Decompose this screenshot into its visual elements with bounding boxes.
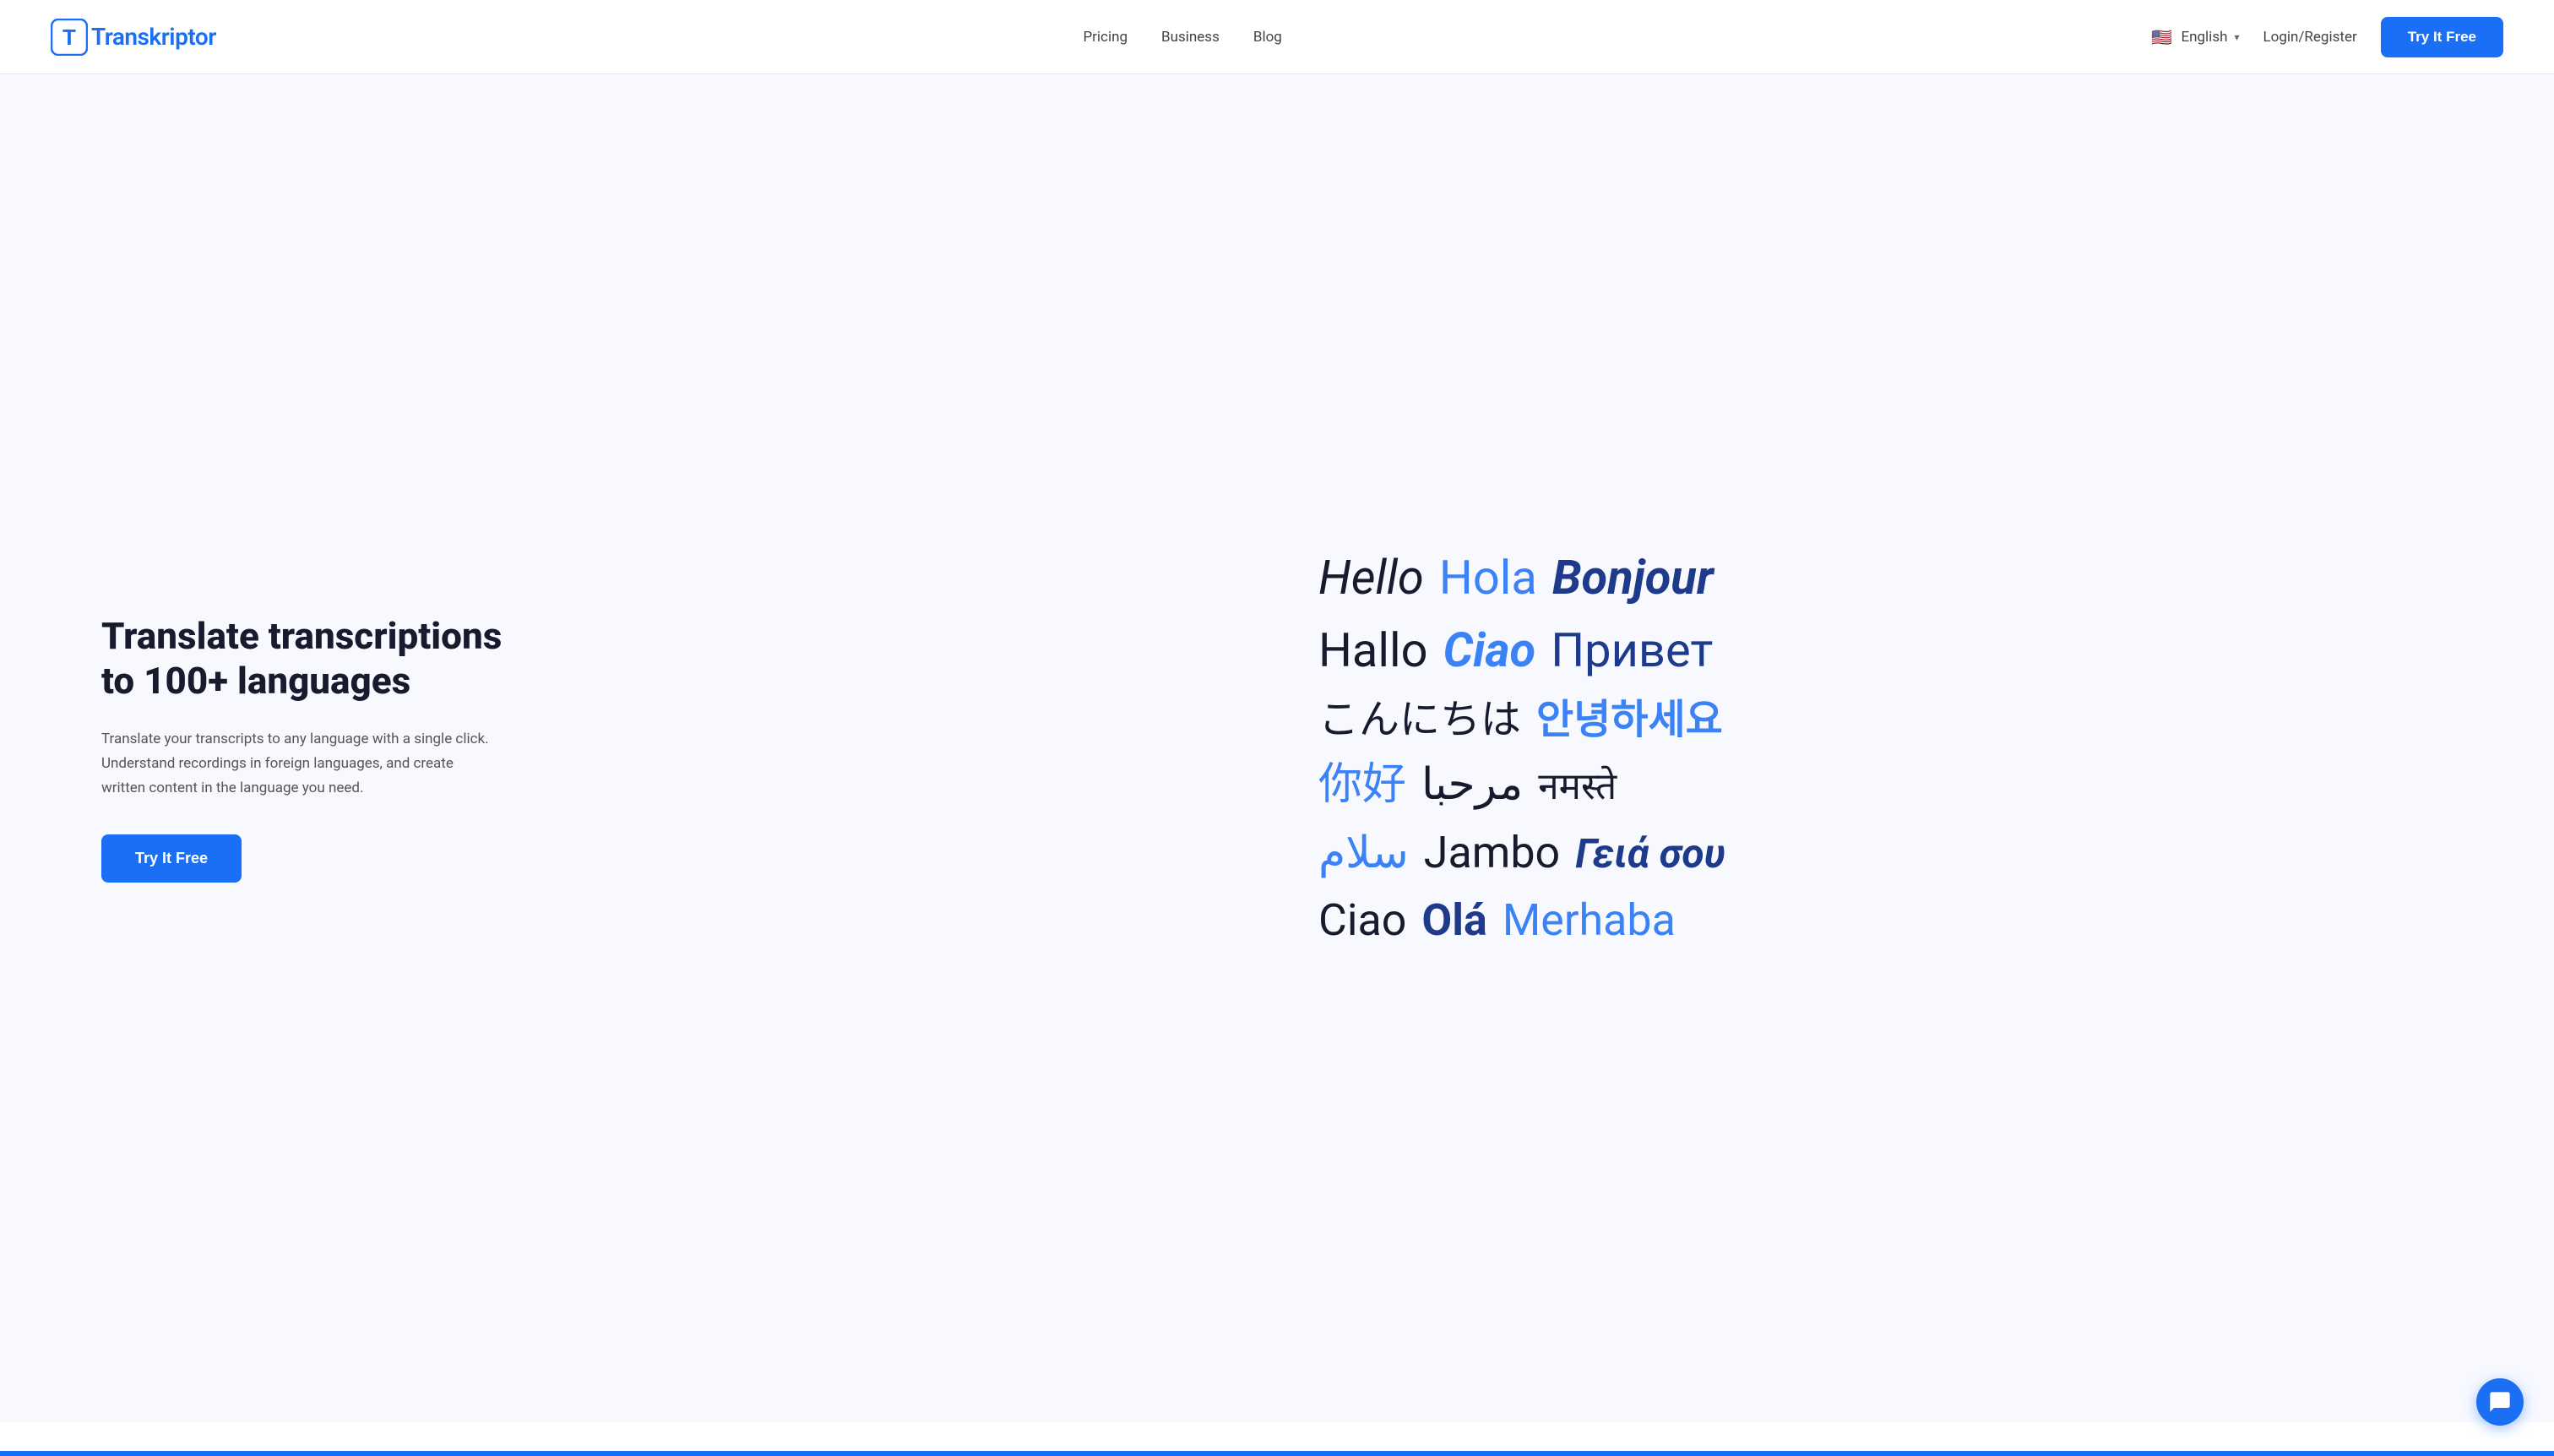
logo-link[interactable]: T Transkriptor [51, 19, 216, 56]
language-word: Γειά σου [1575, 825, 1725, 882]
language-cloud: HelloHolaBonjourHalloCiaoПриветこんにちは안녕하세… [1318, 545, 1725, 952]
hero-left: Translate transcriptions to 100+ languag… [101, 614, 524, 882]
language-word: Merhaba [1503, 890, 1676, 952]
nav-blog[interactable]: Blog [1253, 29, 1282, 46]
nav-right: 🇺🇸 English ▾ Login/Register Try It Free [2149, 17, 2503, 57]
language-word: 你好 [1318, 754, 1406, 816]
svg-text:T: T [62, 24, 76, 50]
hero-description: Translate your transcripts to any langua… [101, 727, 490, 801]
language-row: HalloCiaoПривет [1318, 617, 1725, 683]
nav-business[interactable]: Business [1161, 29, 1220, 46]
brand-name: Transkriptor [91, 23, 216, 51]
hero-right: HelloHolaBonjourHalloCiaoПриветこんにちは안녕하세… [524, 545, 2470, 952]
language-row: سلامJambo Γειά σου [1318, 823, 1725, 884]
navbar: T Transkriptor Pricing Business Blog 🇺🇸 … [0, 0, 2554, 74]
language-word: سلام [1318, 823, 1409, 884]
language-row: こんにちは 안녕하세요 [1318, 691, 1725, 747]
login-register-link[interactable]: Login/Register [2263, 29, 2357, 46]
nav-pricing[interactable]: Pricing [1083, 29, 1128, 46]
nav-links: Pricing Business Blog [1083, 29, 1281, 46]
chat-bubble-button[interactable] [2476, 1378, 2524, 1426]
language-word: こんにちは [1318, 691, 1521, 747]
language-word: 안녕하세요 [1536, 691, 1723, 747]
language-selector[interactable]: 🇺🇸 English ▾ [2149, 24, 2239, 50]
language-word: Hello [1318, 545, 1424, 611]
language-row: 你好مرحبا नमस्ते [1318, 754, 1725, 816]
language-row: CiaoOlá Merhaba [1318, 890, 1725, 952]
language-word: Jambo [1424, 823, 1560, 884]
language-word: नमस्ते [1538, 761, 1617, 813]
chevron-down-icon: ▾ [2234, 31, 2239, 43]
bottom-accent-bar [0, 1451, 2554, 1456]
language-label: English [2181, 29, 2227, 46]
language-word: Ciao [1318, 890, 1406, 952]
language-word: Bonjour [1552, 545, 1714, 611]
hero-title: Translate transcriptions to 100+ languag… [101, 614, 524, 704]
language-word: Olá [1421, 890, 1486, 952]
language-row: HelloHolaBonjour [1318, 545, 1725, 611]
language-word: Hola [1439, 545, 1537, 611]
try-free-button-hero[interactable]: Try It Free [101, 834, 242, 883]
language-word: Ciao [1443, 617, 1536, 683]
try-free-button-nav[interactable]: Try It Free [2381, 17, 2503, 57]
language-word: مرحبا [1421, 754, 1523, 816]
language-word: Привет [1551, 617, 1713, 683]
chat-icon [2488, 1390, 2512, 1414]
hero-section: Translate transcriptions to 100+ languag… [0, 74, 2554, 1422]
logo-icon: T [51, 19, 88, 56]
language-word: Hallo [1318, 617, 1428, 683]
flag-icon: 🇺🇸 [2149, 24, 2174, 50]
